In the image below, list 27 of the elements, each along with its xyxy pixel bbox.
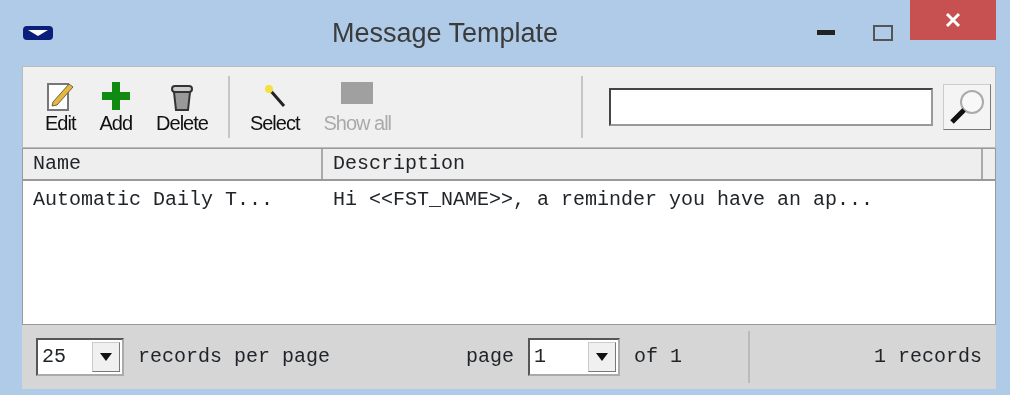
toolbar-button[interactable]: Delete: [144, 80, 220, 134]
search-button[interactable]: [943, 84, 991, 130]
dropdown-arrow-icon: [100, 353, 112, 361]
close-icon: [945, 12, 961, 28]
column-header[interactable]: Description: [323, 149, 983, 179]
page-count-label: of 1: [634, 344, 683, 370]
search-icon: [948, 88, 986, 126]
app-logo-icon: [22, 24, 54, 42]
minimize-icon: [817, 30, 835, 36]
page-size-label: records per page: [138, 344, 331, 370]
table-cell-text: Hi <<FST_NAME>>, a reminder you have an ap...: [332, 187, 875, 213]
table-cell-text: Automatic Daily T...: [32, 187, 275, 213]
record-count: 1 records: [873, 344, 982, 370]
page-size-dropdown[interactable]: 25: [36, 338, 124, 376]
close-button[interactable]: [910, 0, 996, 40]
search-field[interactable]: [609, 88, 933, 126]
window-title: Message Template: [330, 16, 560, 50]
dropdown-arrow-icon: [596, 353, 609, 361]
maximize-icon: [873, 25, 893, 41]
toolbar-button[interactable]: Edit: [33, 80, 88, 134]
column-header[interactable]: Name: [23, 149, 323, 179]
page-dropdown[interactable]: 1: [528, 338, 621, 376]
page-label: page: [466, 344, 515, 370]
plus-icon: [100, 80, 131, 112]
toolbar-button[interactable]: Select: [237, 80, 312, 134]
notepad-pencil-icon: [45, 80, 76, 112]
toolbar-button[interactable]: Add: [87, 80, 145, 134]
